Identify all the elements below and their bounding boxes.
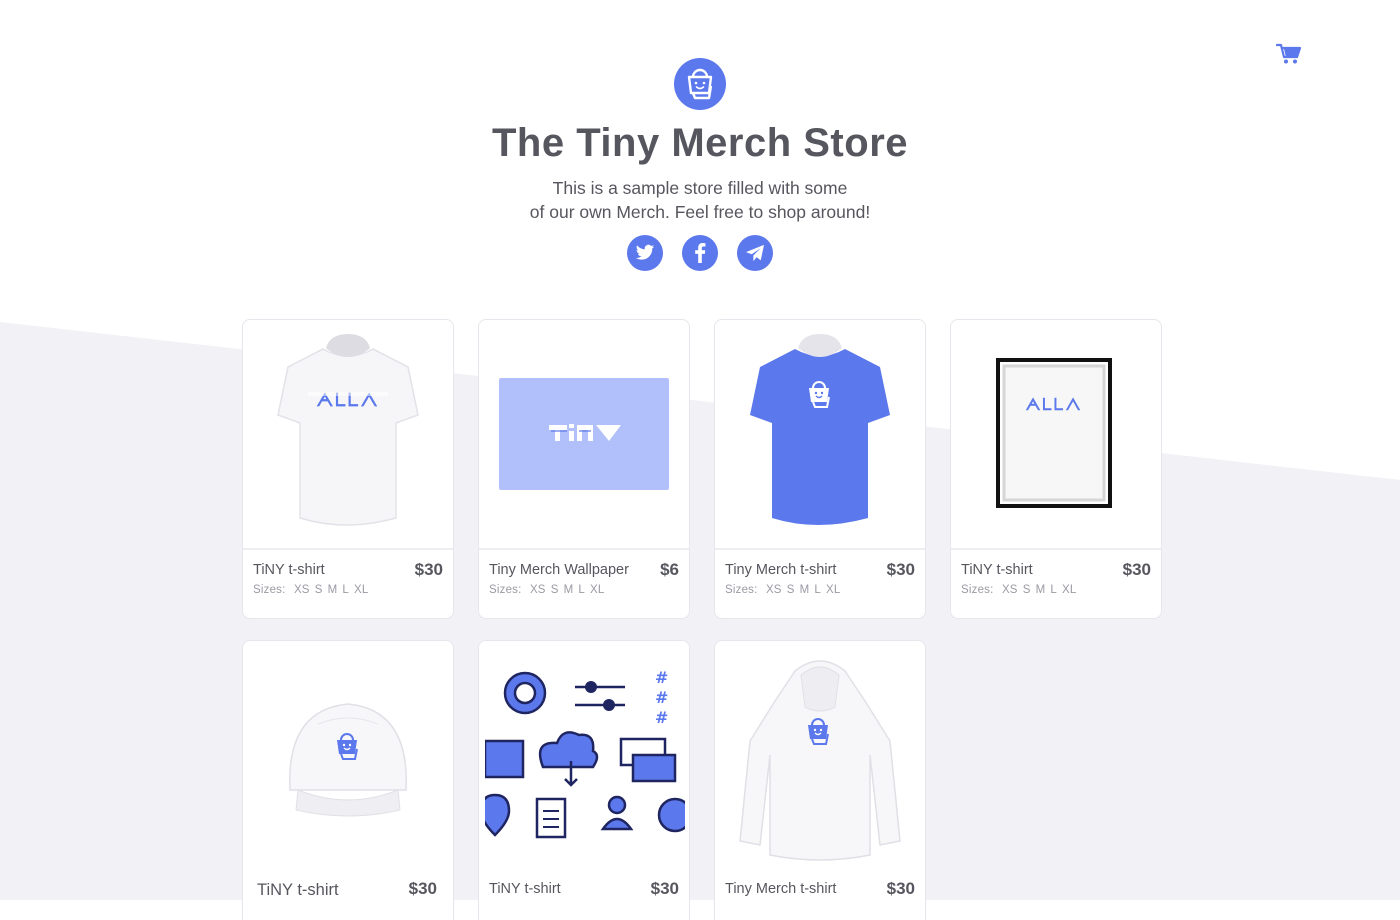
- product-card[interactable]: Tiny Merch t-shirt $30 Sizes: XS S M L XL: [714, 319, 926, 619]
- sizes-label: Sizes:: [489, 584, 522, 596]
- product-info: TiNY t-shirt $30 Sizes: XS S M L XL: [951, 548, 1161, 618]
- store-description: This is a sample store filled with some …: [0, 176, 1400, 224]
- svg-text:#: #: [655, 668, 668, 687]
- svg-text:#: #: [655, 688, 668, 707]
- product-image: [715, 320, 925, 548]
- size-option[interactable]: M: [328, 584, 338, 596]
- twitter-icon: [635, 244, 655, 260]
- sizes-label: Sizes:: [961, 584, 994, 596]
- framed-poster-image: ᗅᒪᒪᐱ: [996, 358, 1112, 508]
- size-option[interactable]: L: [342, 584, 349, 596]
- white-cap-image: [289, 703, 407, 817]
- size-option[interactable]: XL: [826, 584, 840, 596]
- blue-tshirt-image: [750, 334, 890, 525]
- product-info: TiNY t-shirt $30: [243, 869, 453, 920]
- twitter-button[interactable]: [627, 235, 663, 271]
- size-option[interactable]: XS: [1002, 584, 1018, 596]
- description-line-2: of our own Merch. Feel free to shop arou…: [529, 202, 871, 222]
- product-sizes: Sizes: XS S M L XL: [725, 584, 915, 596]
- icon-set-image: # # #: [485, 668, 685, 839]
- size-option[interactable]: S: [315, 584, 323, 596]
- product-sizes: Sizes: XS S M L XL: [961, 584, 1151, 596]
- size-option[interactable]: XL: [354, 584, 368, 596]
- social-links: [0, 235, 1400, 271]
- product-image: # # #: [479, 641, 689, 869]
- size-option[interactable]: XL: [1062, 584, 1076, 596]
- svg-text:#: #: [655, 708, 668, 727]
- product-price: $6: [660, 560, 679, 579]
- product-image: [243, 641, 453, 869]
- page-title: The Tiny Merch Store: [491, 121, 908, 165]
- product-image: [715, 641, 925, 869]
- size-option[interactable]: XS: [530, 584, 546, 596]
- size-option[interactable]: XS: [294, 584, 310, 596]
- product-sizes: Sizes: XS S M L XL: [489, 584, 679, 596]
- size-option[interactable]: XS: [766, 584, 782, 596]
- product-card[interactable]: ᗅᒪᒪᐱ TiNY t-shirt $30 Sizes: XS S M L XL: [950, 319, 1162, 619]
- telegram-button[interactable]: [737, 235, 773, 271]
- product-info: Tiny Merch t-shirt $30 Sizes: XS S M L XL: [715, 548, 925, 618]
- size-option[interactable]: M: [1036, 584, 1046, 596]
- product-card[interactable]: ᗅᒪᒪᐱ TiNY t-shirt $30 Sizes: XS S M L XL: [242, 319, 454, 619]
- size-option[interactable]: M: [564, 584, 574, 596]
- product-price: $30: [408, 879, 437, 898]
- description-line-1: This is a sample store filled with some: [552, 178, 848, 198]
- sizes-label: Sizes:: [725, 584, 758, 596]
- product-info: Tiny Merch Wallpaper $6 Sizes: XS S M L XL: [479, 548, 689, 618]
- shopping-bag-icon: [674, 58, 726, 110]
- size-option[interactable]: L: [1050, 584, 1057, 596]
- product-name: Tiny Merch Wallpaper: [489, 562, 629, 578]
- telegram-icon: [746, 244, 764, 262]
- product-card[interactable]: TiNY t-shirt $30: [242, 640, 454, 920]
- product-price: $30: [414, 560, 443, 579]
- size-option[interactable]: XL: [590, 584, 604, 596]
- product-image: ᗅᒪᒪᐱ: [243, 320, 453, 548]
- product-card[interactable]: # # # TiNY t-shirt $30: [478, 640, 690, 920]
- product-info: TiNY t-shirt $30 Sizes: XS S M L XL: [243, 548, 453, 618]
- product-info: TiNY t-shirt $30: [479, 869, 689, 920]
- product-price: $30: [650, 879, 679, 898]
- size-option[interactable]: L: [814, 584, 821, 596]
- product-price: $30: [886, 879, 915, 898]
- product-sizes: Sizes: XS S M L XL: [253, 584, 443, 596]
- product-card[interactable]: Tiny Merch t-shirt $30: [714, 640, 926, 920]
- svg-text:ᗅᒪᒪᐱ: ᗅᒪᒪᐱ: [1025, 395, 1082, 414]
- size-option[interactable]: S: [551, 584, 559, 596]
- wallpaper-image: [499, 378, 669, 490]
- product-image: [479, 320, 689, 548]
- product-card[interactable]: Tiny Merch Wallpaper $6 Sizes: XS S M L XL: [478, 319, 690, 619]
- product-image: ᗅᒪᒪᐱ: [951, 320, 1161, 548]
- facebook-icon: [695, 243, 706, 263]
- white-tshirt-image: ᗅᒪᒪᐱ: [277, 334, 419, 526]
- product-price: $30: [1122, 560, 1151, 579]
- product-price: $30: [886, 560, 915, 579]
- white-hoodie-image: [739, 660, 901, 861]
- store-header: The Tiny Merch Store This is a sample st…: [0, 58, 1400, 271]
- size-option[interactable]: M: [800, 584, 810, 596]
- size-option[interactable]: L: [578, 584, 585, 596]
- size-option[interactable]: S: [1023, 584, 1031, 596]
- product-info: Tiny Merch t-shirt $30: [715, 869, 925, 920]
- sizes-label: Sizes:: [253, 584, 286, 596]
- facebook-button[interactable]: [682, 235, 718, 271]
- size-option[interactable]: S: [787, 584, 795, 596]
